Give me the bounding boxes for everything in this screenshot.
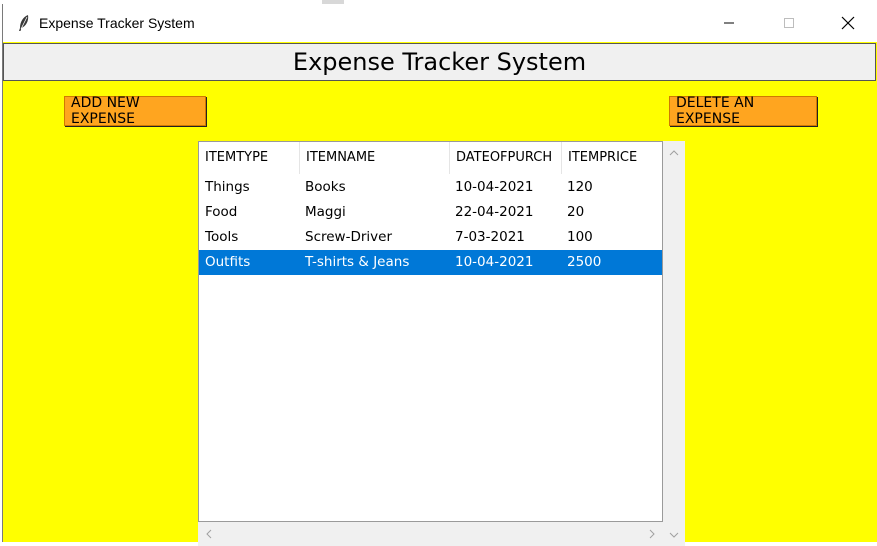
cell-itemname: Screw-Driver xyxy=(305,229,393,245)
column-header-itemtype[interactable]: ITEMTYPE xyxy=(199,142,299,174)
cell-price: 120 xyxy=(567,179,593,195)
vertical-scrollbar[interactable] xyxy=(663,141,685,546)
maximize-button[interactable] xyxy=(766,4,812,42)
scroll-right-button[interactable] xyxy=(643,522,661,546)
table-row[interactable]: Things Books 10-04-2021 120 xyxy=(199,175,662,200)
scroll-down-button[interactable] xyxy=(663,526,685,544)
table-row-selected[interactable]: Outfits T-shirts & Jeans 10-04-2021 2500 xyxy=(199,250,662,275)
heading-banner: Expense Tracker System xyxy=(3,43,876,81)
cell-itemtype: Food xyxy=(205,204,238,220)
chevron-left-icon xyxy=(206,529,212,539)
chevron-right-icon xyxy=(649,529,655,539)
cell-date: 7-03-2021 xyxy=(455,229,525,245)
cell-itemtype: Tools xyxy=(205,229,239,245)
chevron-down-icon xyxy=(669,532,679,538)
cell-price: 20 xyxy=(567,204,585,220)
title-bar[interactable]: Expense Tracker System xyxy=(3,4,877,42)
column-header-itemname[interactable]: ITEMNAME xyxy=(299,142,449,174)
cell-date: 22-04-2021 xyxy=(455,204,534,220)
scroll-up-button[interactable] xyxy=(663,144,685,162)
page-title: Expense Tracker System xyxy=(292,48,587,76)
minimize-icon xyxy=(724,22,734,24)
minimize-button[interactable] xyxy=(706,4,752,42)
column-header-itemprice[interactable]: ITEMPRICE xyxy=(561,142,662,174)
table-row[interactable]: Tools Screw-Driver 7-03-2021 100 xyxy=(199,225,662,250)
close-button[interactable] xyxy=(825,4,871,42)
cell-date: 10-04-2021 xyxy=(455,179,534,195)
cell-price: 100 xyxy=(567,229,593,245)
column-header-dateofpurch[interactable]: DATEOFPURCH xyxy=(449,142,561,174)
table-header: ITEMTYPE ITEMNAME DATEOFPURCH ITEMPRICE xyxy=(199,142,662,174)
cell-itemtype: Outfits xyxy=(205,254,251,270)
cell-date: 10-04-2021 xyxy=(455,254,534,270)
window-title: Expense Tracker System xyxy=(39,15,195,31)
add-expense-button[interactable]: ADD NEW EXPENSE xyxy=(64,95,206,127)
scroll-left-button[interactable] xyxy=(200,522,218,546)
cell-itemname: Maggi xyxy=(305,204,346,220)
delete-expense-button[interactable]: DELETE AN EXPENSE xyxy=(669,95,817,127)
cell-itemname: T-shirts & Jeans xyxy=(305,254,410,270)
expense-table[interactable]: ITEMTYPE ITEMNAME DATEOFPURCH ITEMPRICE … xyxy=(198,141,663,522)
cell-price: 2500 xyxy=(567,254,602,270)
cell-itemtype: Things xyxy=(205,179,250,195)
maximize-icon xyxy=(784,18,794,28)
cell-itemname: Books xyxy=(305,179,346,195)
chevron-up-icon xyxy=(669,150,679,156)
horizontal-scrollbar[interactable] xyxy=(198,522,663,546)
feather-icon xyxy=(19,15,29,31)
app-window: Expense Tracker System Expense Tracker S… xyxy=(2,4,877,546)
close-icon xyxy=(841,16,855,30)
table-row[interactable]: Food Maggi 22-04-2021 20 xyxy=(199,200,662,225)
